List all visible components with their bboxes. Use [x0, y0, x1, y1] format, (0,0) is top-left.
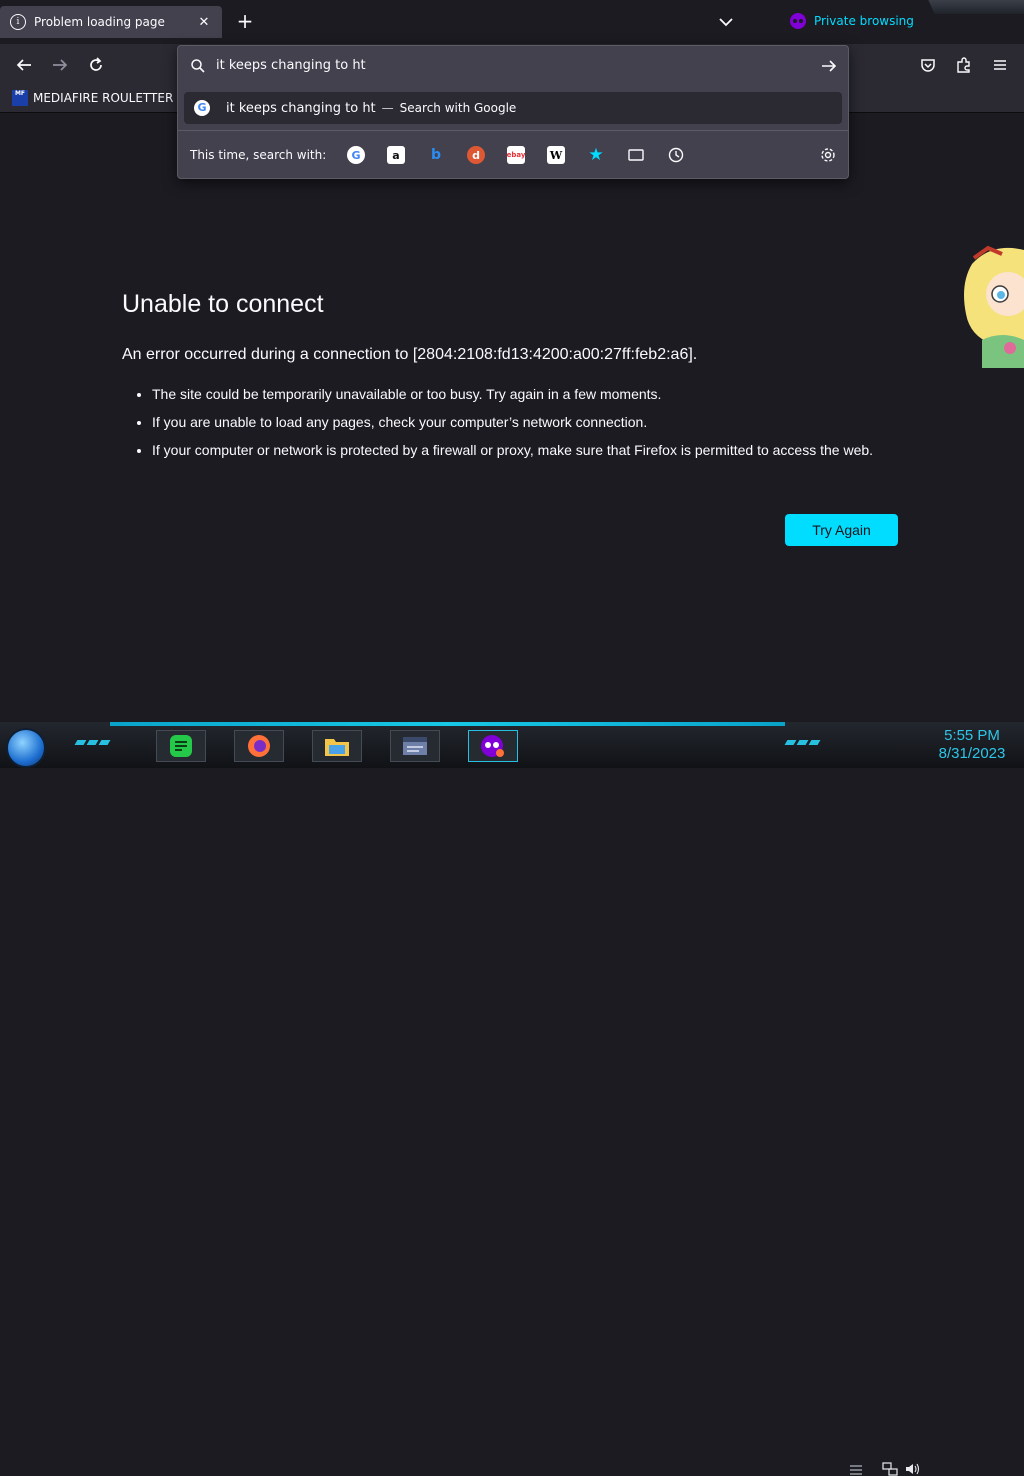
menu-button[interactable] — [986, 52, 1014, 78]
bookmark-mediafire-rouletter[interactable]: MF MEDIAFIRE ROULETTER — [12, 90, 173, 106]
notes-app-icon[interactable] — [156, 730, 206, 762]
taskbar — [0, 722, 1024, 1476]
pocket-button[interactable] — [914, 52, 942, 78]
search-with-label: This time, search with: — [190, 148, 327, 162]
window-app-icon[interactable] — [390, 730, 440, 762]
bookmark-label: MEDIAFIRE ROULETTER — [33, 91, 174, 105]
try-again-button[interactable]: Try Again — [785, 514, 898, 546]
error-suggestions-list: The site could be temporarily unavailabl… — [122, 384, 932, 468]
duckduckgo-icon[interactable]: d — [467, 146, 485, 164]
gear-icon[interactable] — [819, 146, 837, 164]
tab-problem-loading[interactable]: i Problem loading page ✕ — [0, 6, 222, 38]
suggestion-query: it keeps changing to ht — [226, 100, 376, 116]
hamburger-icon — [994, 60, 1006, 70]
mediafire-favicon-icon: MF — [12, 90, 28, 106]
history-icon[interactable] — [667, 146, 685, 164]
start-button[interactable] — [6, 728, 46, 768]
go-arrow-icon[interactable] — [820, 57, 838, 75]
wikipedia-icon[interactable]: W — [547, 146, 565, 164]
private-mask-icon — [790, 13, 806, 29]
error-description: An error occurred during a connection to… — [122, 346, 698, 363]
file-explorer-icon[interactable] — [312, 730, 362, 762]
error-suggestion: If you are unable to load any pages, che… — [152, 412, 932, 432]
firefox-icon[interactable] — [234, 730, 284, 762]
amazon-icon[interactable]: a — [387, 146, 405, 164]
search-suggestion-row[interactable]: G it keeps changing to ht — Search with … — [184, 92, 842, 124]
taskbar-decoration — [74, 740, 111, 745]
back-arrow-icon — [16, 59, 31, 71]
forward-arrow-icon — [53, 59, 68, 71]
close-tab-icon[interactable]: ✕ — [196, 15, 212, 30]
urlbar-input-row[interactable]: it keeps changing to ht — [178, 46, 848, 86]
cartoon-character-sticker — [964, 245, 1024, 368]
suggestion-separator: — — [381, 101, 394, 115]
bookmarks-star-icon[interactable]: ★ — [587, 145, 605, 165]
extensions-button[interactable] — [950, 52, 978, 78]
forward-button[interactable] — [46, 52, 74, 78]
google-icon: G — [194, 100, 210, 116]
window-controls[interactable] — [928, 0, 1024, 14]
urlbar-input[interactable]: it keeps changing to ht — [216, 58, 366, 73]
bing-icon[interactable]: b — [427, 146, 445, 164]
taskbar-accent — [110, 722, 785, 726]
network-icon[interactable] — [882, 1462, 898, 1476]
private-browsing-label: Private browsing — [814, 14, 914, 28]
reload-icon — [90, 57, 102, 71]
back-button[interactable] — [10, 52, 38, 78]
google-icon[interactable]: G — [347, 146, 365, 164]
show-desktop-icon[interactable] — [848, 1462, 864, 1476]
info-icon: i — [10, 14, 26, 30]
error-suggestion: If your computer or network is protected… — [152, 440, 932, 460]
tab-title: Problem loading page — [34, 15, 165, 29]
new-tab-button[interactable]: + — [234, 10, 256, 34]
taskbar-decoration — [784, 740, 821, 745]
search-icon — [191, 59, 205, 73]
volume-icon[interactable] — [904, 1462, 920, 1476]
chevron-down-icon[interactable] — [716, 12, 736, 32]
puzzle-icon — [957, 57, 970, 73]
error-title: Unable to connect — [122, 290, 324, 318]
tabs-icon[interactable] — [627, 146, 645, 164]
pocket-icon — [921, 59, 935, 72]
private-browsing-indicator: Private browsing — [790, 13, 914, 29]
tab-strip: i Problem loading page ✕ + Private brows… — [0, 0, 1024, 44]
clock-date: 8/31/2023 — [938, 745, 1006, 762]
urlbar-popup: it keeps changing to ht G it keeps chang… — [177, 45, 849, 179]
system-clock[interactable]: 5:55 PM 8/31/2023 — [930, 727, 1014, 763]
ebay-icon[interactable]: ebay — [507, 146, 525, 164]
reload-button[interactable] — [82, 52, 110, 78]
firefox-private-icon[interactable] — [468, 730, 518, 762]
error-suggestion: The site could be temporarily unavailabl… — [152, 384, 932, 404]
one-off-search-bar: This time, search with: G a b d ebay W ★ — [178, 130, 848, 179]
clock-time: 5:55 PM — [944, 727, 1000, 744]
suggestion-action: Search with Google — [399, 101, 517, 115]
